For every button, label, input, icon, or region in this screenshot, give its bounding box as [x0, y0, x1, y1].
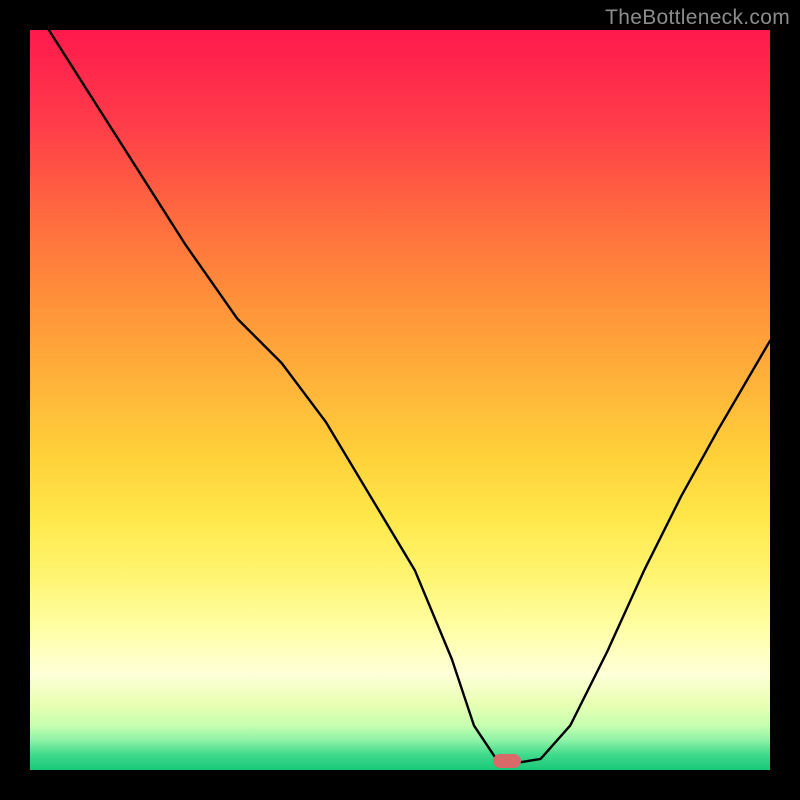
chart-frame: TheBottleneck.com: [0, 0, 800, 800]
plot-area: [30, 30, 770, 770]
watermark-text: TheBottleneck.com: [605, 6, 790, 30]
bottleneck-curve: [30, 30, 770, 770]
optimal-point-marker: [493, 754, 521, 768]
